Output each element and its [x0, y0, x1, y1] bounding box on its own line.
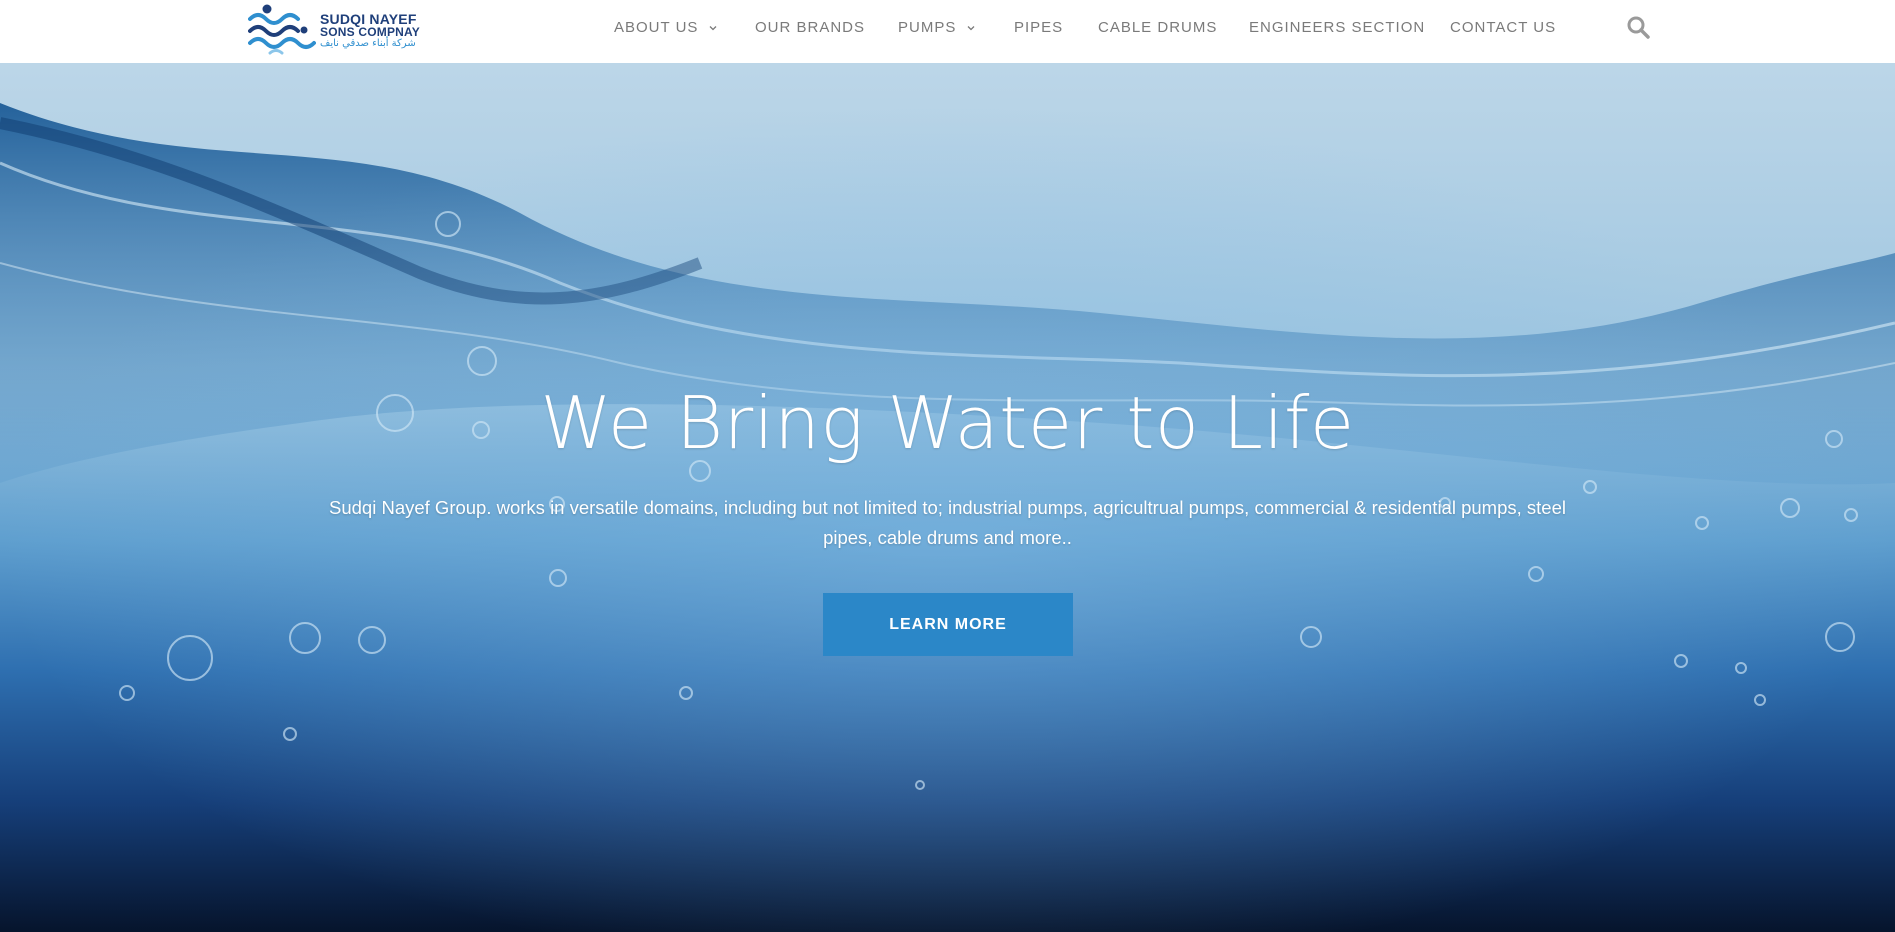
- chevron-down-icon: [709, 25, 717, 30]
- nav-item-label: ENGINEERS SECTION: [1249, 19, 1426, 36]
- nav-item-cable-drums[interactable]: CABLE DRUMS: [1098, 19, 1217, 36]
- hero-description: Sudqi Nayef Group. works in versatile do…: [329, 497, 1566, 548]
- nav-item-label: ABOUT US: [614, 19, 699, 36]
- nav-item-our-brands[interactable]: OUR BRANDS: [755, 19, 865, 36]
- nav-item-pipes[interactable]: PIPES: [1014, 19, 1063, 36]
- nav-item-about-us[interactable]: ABOUT US: [614, 19, 718, 36]
- search-icon[interactable]: [1626, 15, 1650, 39]
- hero-section: We Bring Water to Life Sudqi Nayef Group…: [0, 63, 1895, 932]
- chevron-down-icon: [967, 25, 975, 30]
- nav-item-pumps[interactable]: PUMPS: [898, 19, 976, 36]
- nav-item-label: CONTACT US: [1450, 19, 1557, 36]
- nav-item-label: PIPES: [1014, 19, 1064, 36]
- nav-item-contact-us[interactable]: CONTACT US: [1450, 19, 1556, 36]
- main-nav: ABOUT US OUR BRANDS PUMPS PIPES CABLE DR…: [0, 0, 1895, 55]
- nav-item-label: CABLE DRUMS: [1098, 19, 1218, 36]
- nav-item-engineers-section[interactable]: ENGINEERS SECTION: [1249, 19, 1425, 36]
- learn-more-button[interactable]: LEARN MORE: [823, 593, 1073, 656]
- nav-item-label: OUR BRANDS: [755, 19, 866, 36]
- hero-title: We Bring Water to Life: [540, 381, 1355, 465]
- site-header: SUDQI NAYEF SONS COMPNAY شركة أبناء صدقي…: [0, 0, 1895, 63]
- page: SUDQI NAYEF SONS COMPNAY شركة أبناء صدقي…: [0, 0, 1895, 932]
- nav-item-label: PUMPS: [898, 19, 957, 36]
